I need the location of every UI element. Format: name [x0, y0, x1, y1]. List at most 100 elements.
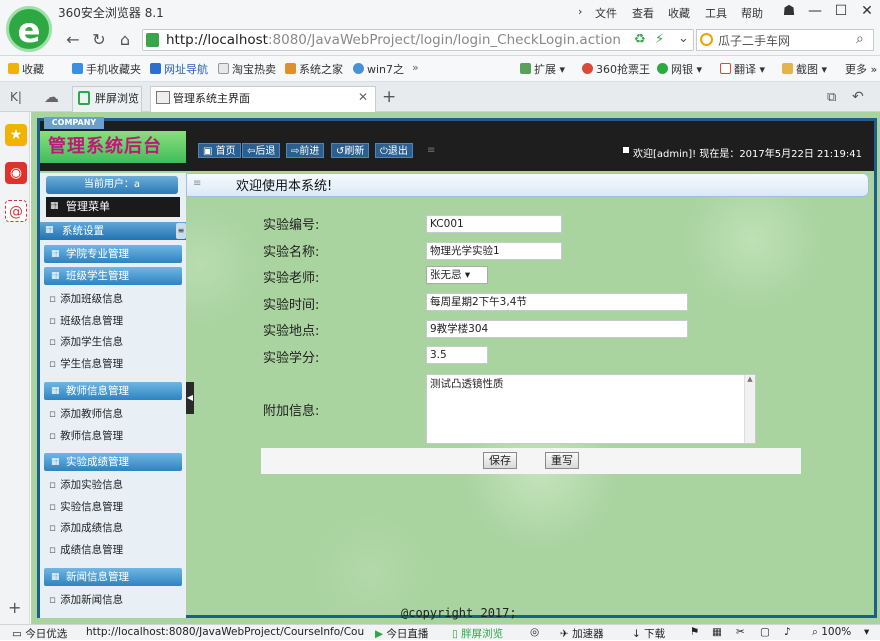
new-tab-icon[interactable]: +	[382, 87, 396, 107]
share-icon[interactable]: ›	[578, 5, 582, 18]
sound-icon[interactable]: ♪	[784, 626, 791, 638]
menu-view[interactable]: 查看	[632, 5, 654, 21]
restore-tab-icon[interactable]: ⧉	[827, 90, 836, 105]
code-input[interactable]: KC001	[426, 215, 562, 233]
extra-textarea[interactable]: 测试凸透镜性质	[426, 374, 756, 444]
sidebar-item-class-manage[interactable]: 班级信息管理	[49, 313, 123, 328]
cut-icon[interactable]: ✂	[736, 626, 745, 638]
skin-icon[interactable]: ☗	[776, 0, 802, 22]
add-icon[interactable]: +	[8, 598, 21, 617]
reset-button[interactable]: 重写	[545, 452, 579, 469]
tab-admin-main[interactable]: 管理系统主界面	[150, 86, 376, 112]
sidebar-item-teacher-manage[interactable]: 教师信息管理	[49, 428, 123, 443]
forward-button[interactable]: ⇨前进	[286, 143, 325, 158]
bookmark-favorites[interactable]: 收藏	[8, 61, 44, 77]
menu-help[interactable]: 帮助	[741, 5, 763, 21]
welcome-time: 欢迎[admin]! 现在是：2017年5月22日 21:19:41	[633, 149, 862, 160]
sidebar-toggle-icon[interactable]: K|	[10, 90, 22, 104]
refresh-icon[interactable]: ↻	[88, 30, 110, 50]
sidebar-item-add-teacher[interactable]: 添加教师信息	[49, 406, 123, 421]
refresh-button[interactable]: ↺刷新	[331, 143, 370, 158]
sidebar-item-experiment-manage[interactable]: 实验信息管理	[49, 499, 123, 514]
save-button[interactable]: 保存	[483, 452, 517, 469]
speed-icon[interactable]: ⚡	[655, 32, 664, 47]
screenshot-button[interactable]: 截图 ▾	[782, 61, 827, 77]
status-accel[interactable]: ✈ 加速器	[560, 626, 604, 641]
status-picks[interactable]: ▭ 今日优选	[12, 626, 67, 641]
ticket-icon	[582, 63, 593, 74]
sidebar-item-add-experiment[interactable]: 添加实验信息	[49, 477, 123, 492]
group-class-student[interactable]: 班级学生管理	[44, 267, 182, 285]
place-input[interactable]: 9教学楼304	[426, 320, 688, 338]
weibo-icon[interactable]: ◉	[5, 162, 27, 184]
bookmark-icon[interactable]: ⚑	[690, 626, 699, 638]
search-input[interactable]: 瓜子二手车网	[718, 32, 790, 49]
sidebar-item-add-student[interactable]: 添加学生信息	[49, 334, 123, 349]
minimize-button[interactable]: —	[802, 0, 828, 22]
back-button[interactable]: ⇦后退	[242, 143, 281, 158]
bookmark-mobile[interactable]: 手机收藏夹	[72, 61, 141, 77]
group-teacher[interactable]: 教师信息管理	[44, 382, 182, 400]
tab-close-icon[interactable]: ✕	[358, 90, 368, 104]
home-button[interactable]: ▣ 首页	[198, 143, 241, 158]
grid-icon: ▦	[50, 201, 59, 211]
bookmark-label: 系统之家	[299, 63, 343, 76]
sidebar-item-score-manage[interactable]: 成绩信息管理	[49, 542, 123, 557]
undo-icon[interactable]: ↶	[852, 89, 864, 105]
grid-icon[interactable]: ▦	[712, 626, 722, 638]
windows-icon	[285, 63, 296, 74]
logout-button[interactable]: ⏻退出	[375, 143, 413, 158]
bookmark-win7[interactable]: win7之	[353, 61, 404, 77]
back-icon[interactable]: ←	[62, 30, 84, 50]
home-icon[interactable]: ⌂	[114, 30, 136, 50]
grip-icon: ≡	[427, 145, 436, 156]
group-college[interactable]: 学院专业管理	[44, 245, 182, 263]
menu-file[interactable]: 文件	[595, 5, 617, 21]
bookmark-nav[interactable]: 网址导航	[150, 61, 208, 77]
sidebar-collapse-arrow-icon[interactable]: ◀	[186, 382, 194, 414]
group-news[interactable]: 新闻信息管理	[44, 568, 182, 586]
group-experiment[interactable]: 实验成绩管理	[44, 453, 182, 471]
more-button[interactable]: 更多 »	[845, 61, 877, 77]
collapse-handle-icon[interactable]: ≡	[176, 223, 186, 239]
status-zoom[interactable]: ⌕ 100%	[812, 626, 851, 639]
extensions-button[interactable]: 扩展 ▾	[520, 61, 565, 77]
ticket-button[interactable]: 360抢票王	[582, 61, 650, 77]
compat-icon[interactable]: ♻	[634, 32, 646, 47]
status-download[interactable]: ↓ 下载	[632, 626, 665, 641]
sidebar-item-add-news[interactable]: 添加新闻信息	[49, 592, 123, 607]
close-button[interactable]: ✕	[854, 0, 880, 22]
translate-button[interactable]: 翻译 ▾	[720, 61, 765, 77]
status-live[interactable]: ▶ 今日直播	[375, 626, 428, 641]
maximize-button[interactable]: ☐	[828, 0, 854, 22]
bookmark-label: 360抢票王	[596, 63, 650, 76]
star-icon[interactable]: ★	[5, 124, 27, 146]
mail-icon[interactable]: @	[5, 200, 27, 222]
bookmark-more-chevron-icon[interactable]: »	[412, 61, 419, 74]
cloud-icon[interactable]: ☁	[44, 88, 59, 106]
teacher-value: 张无忌	[430, 269, 462, 281]
system-settings[interactable]: 系统设置	[40, 222, 186, 240]
status-wide[interactable]: ▯ 胖屏浏览	[452, 626, 503, 641]
teacher-select[interactable]: 张无忌 ▾	[426, 266, 488, 284]
name-input[interactable]: 物理光学实验1	[426, 242, 562, 260]
search-engine-icon[interactable]	[700, 33, 713, 46]
credit-input[interactable]: 3.5	[426, 346, 488, 364]
menu-tools[interactable]: 工具	[705, 5, 727, 21]
url-text[interactable]: http://localhost:8080/JavaWebProject/log…	[166, 32, 621, 48]
window-icon[interactable]: ▢	[760, 626, 770, 638]
status-label: 今日优选	[25, 628, 68, 640]
sidebar-item-student-manage[interactable]: 学生信息管理	[49, 356, 123, 371]
textarea-scrollbar[interactable]: ▲	[744, 375, 755, 443]
sidebar-item-add-class[interactable]: 添加班级信息	[49, 291, 123, 306]
time-input[interactable]: 每周星期2下午3,4节	[426, 293, 688, 311]
bookmark-taobao[interactable]: 淘宝热卖	[218, 61, 276, 77]
sidebar-item-add-score[interactable]: 添加成绩信息	[49, 520, 123, 535]
search-icon[interactable]: ⌕	[856, 31, 864, 47]
chevron-down-icon[interactable]: ⌄	[678, 31, 689, 46]
menu-favorites[interactable]: 收藏	[668, 5, 690, 21]
bookmark-syshome[interactable]: 系统之家	[285, 61, 343, 77]
bank-button[interactable]: 网银 ▾	[657, 61, 702, 77]
zoom-chevron-icon[interactable]: ▾	[864, 626, 869, 638]
network-icon[interactable]: ◎	[530, 626, 539, 638]
